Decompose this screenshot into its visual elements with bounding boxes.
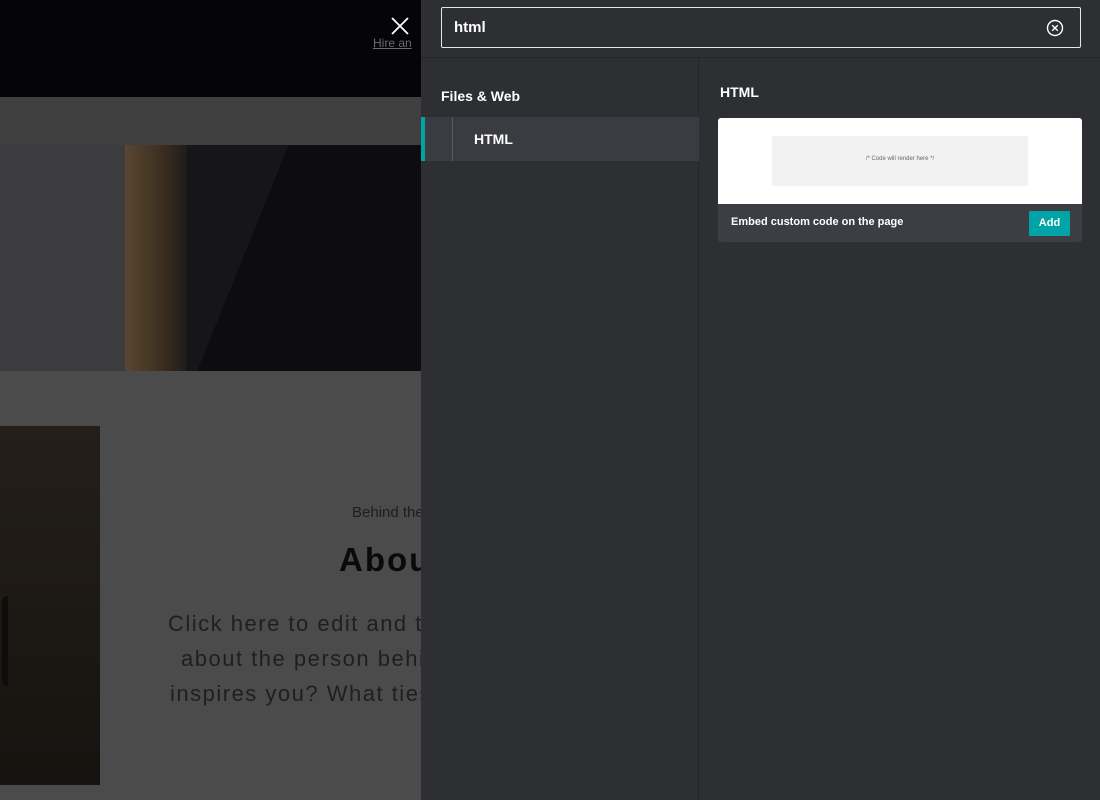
category-section-title: Files & Web: [441, 88, 521, 104]
search-input[interactable]: [442, 8, 1042, 47]
card-footer: Embed custom code on the page Add: [718, 204, 1082, 242]
category-item-html[interactable]: HTML: [421, 117, 699, 161]
about-photo: [0, 426, 100, 785]
html-embed-card[interactable]: /* Code will render here */ Embed custom…: [718, 118, 1082, 242]
card-description: Embed custom code on the page: [731, 216, 904, 228]
add-section-panel: Files & Web HTML HTML /* Code will rende…: [421, 0, 1100, 800]
add-button[interactable]: Add: [1029, 211, 1070, 236]
results-pane: HTML /* Code will render here */ Embed c…: [700, 58, 1100, 800]
close-panel-button[interactable]: [388, 14, 412, 38]
results-title: HTML: [720, 84, 759, 100]
code-placeholder: /* Code will render here */: [772, 136, 1028, 186]
close-icon: [391, 17, 409, 35]
search-bar: [421, 0, 1100, 58]
category-item-label: HTML: [474, 131, 513, 147]
hire-link: Hire an: [373, 36, 412, 50]
code-placeholder-text: /* Code will render here */: [865, 156, 935, 162]
selected-indicator: [421, 117, 425, 161]
clear-circle-x-icon: [1046, 19, 1064, 37]
clear-search-button[interactable]: [1046, 19, 1064, 37]
search-field[interactable]: [441, 7, 1081, 48]
about-eyebrow: Behind the: [352, 504, 424, 521]
category-list: Files & Web HTML: [421, 58, 699, 800]
card-preview: /* Code will render here */: [718, 118, 1082, 204]
